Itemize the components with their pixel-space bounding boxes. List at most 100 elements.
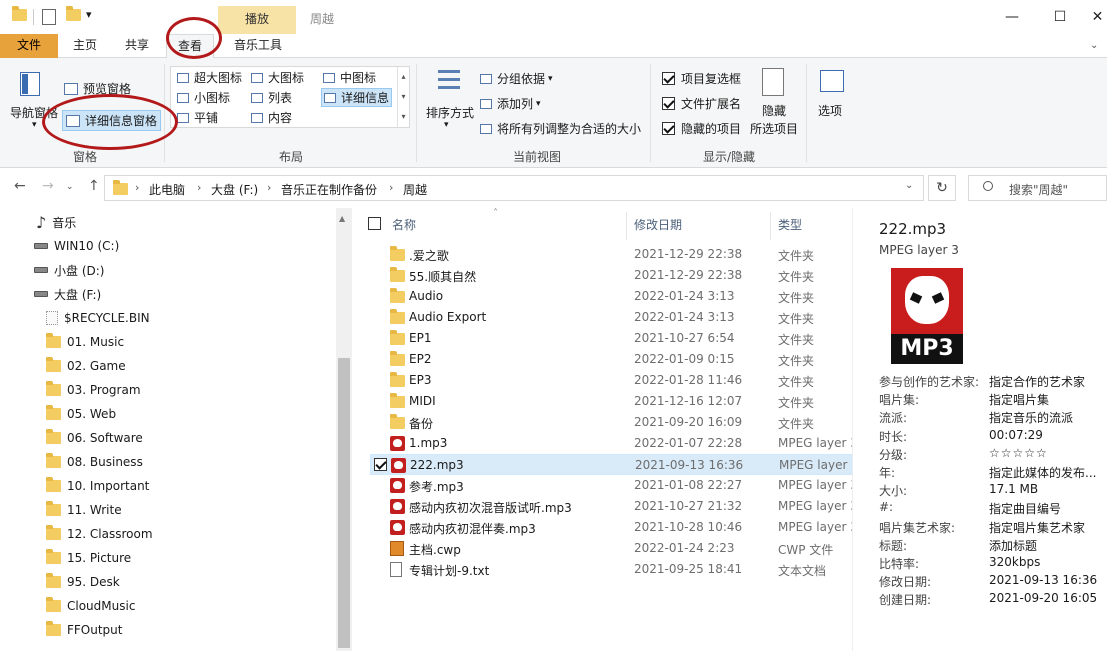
back-arrow-icon[interactable]: ← xyxy=(14,178,26,194)
file-row[interactable]: .爱之歌 2021-12-29 22:38 文件夹 xyxy=(370,244,852,265)
breadcrumb-this-pc[interactable]: 此电脑 xyxy=(149,181,185,198)
chevron-right-icon[interactable]: › xyxy=(197,181,201,194)
detail-property-value[interactable]: 2021-09-13 16:36 xyxy=(989,573,1097,587)
close-button[interactable]: ✕ xyxy=(1088,6,1107,28)
row-checkbox[interactable] xyxy=(374,458,387,471)
nav-item[interactable]: 11. Write xyxy=(0,498,336,522)
detail-property-value[interactable]: 指定唱片集艺术家 xyxy=(989,519,1085,536)
column-header-type[interactable]: 类型 xyxy=(778,216,802,233)
chevron-right-icon[interactable]: › xyxy=(389,181,393,194)
new-folder-icon[interactable] xyxy=(66,6,81,25)
file-row[interactable]: 1.mp3 2022-01-07 22:28 MPEG layer 3 xyxy=(370,433,852,454)
address-history-chevron-icon[interactable]: ⌄ xyxy=(905,180,913,191)
tab-file[interactable]: 文件 xyxy=(0,34,58,58)
refresh-button[interactable]: ↻ xyxy=(928,175,956,201)
detail-property-value[interactable]: 2021-09-20 16:05 xyxy=(989,591,1097,605)
column-header-date[interactable]: 修改日期 xyxy=(634,216,682,233)
add-column-button[interactable]: 添加列 ▾ xyxy=(480,95,541,112)
search-input[interactable]: 搜索"周越" xyxy=(1009,181,1068,198)
detail-property-value[interactable]: 指定此媒体的发布... xyxy=(989,464,1096,481)
hidden-items-toggle[interactable]: 隐藏的项目 xyxy=(662,120,741,137)
properties-icon[interactable] xyxy=(42,9,56,25)
tab-share[interactable]: 共享 xyxy=(112,34,162,58)
nav-item[interactable]: 08. Business xyxy=(0,450,336,474)
file-row[interactable]: 参考.mp3 2021-01-08 22:27 MPEG layer 3 xyxy=(370,475,852,496)
layout-extra-large-icons[interactable]: 超大图标 xyxy=(177,69,242,86)
nav-item[interactable]: 01. Music xyxy=(0,330,336,354)
file-row[interactable]: 备份 2021-09-20 16:09 文件夹 xyxy=(370,412,852,433)
chevron-right-icon[interactable]: › xyxy=(267,181,271,194)
tab-home[interactable]: 主页 xyxy=(60,34,110,58)
group-by-button[interactable]: 分组依据 ▾ xyxy=(480,70,553,87)
chevron-down-icon[interactable]: ⌄ xyxy=(1090,40,1098,51)
file-row[interactable]: EP2 2022-01-09 0:15 文件夹 xyxy=(370,349,852,370)
quick-access-dropdown-icon[interactable]: ▾ xyxy=(86,8,92,21)
sort-icon[interactable] xyxy=(436,68,464,98)
minimize-button[interactable]: — xyxy=(992,6,1032,28)
nav-item[interactable]: 95. Desk xyxy=(0,570,336,594)
address-bar[interactable]: › 此电脑 › 大盘 (F:) › 音乐正在制作备份 › 周越 ⌄ xyxy=(104,175,924,201)
gallery-scroll[interactable]: ▴ ▾ ▾ xyxy=(397,67,409,127)
size-columns-button[interactable]: 将所有列调整为合适的大小 xyxy=(480,120,641,137)
preview-pane-button[interactable]: 预览窗格 xyxy=(64,80,131,97)
breadcrumb-music-backup[interactable]: 音乐正在制作备份 xyxy=(281,181,377,198)
file-row[interactable]: 感动内疚初混伴奏.mp3 2021-10-28 10:46 MPEG layer 3 xyxy=(370,517,852,538)
nav-item[interactable]: 大盘 (F:) xyxy=(0,282,336,306)
rating-stars[interactable]: ☆☆☆☆☆ xyxy=(989,446,1048,460)
layout-small-icons[interactable]: 小图标 xyxy=(177,89,230,106)
nav-item[interactable]: 02. Game xyxy=(0,354,336,378)
file-row[interactable]: 专辑计划-9.txt 2021-09-25 18:41 文本文档 xyxy=(370,559,852,580)
sort-button[interactable]: 排序方式 xyxy=(426,104,474,121)
file-row[interactable]: Audio 2022-01-24 3:13 文件夹 xyxy=(370,286,852,307)
up-arrow-icon[interactable]: ↑ xyxy=(88,178,100,194)
nav-item[interactable]: $RECYCLE.BIN xyxy=(0,306,336,330)
nav-item[interactable]: 12. Classroom xyxy=(0,522,336,546)
detail-property-value[interactable]: 指定唱片集 xyxy=(989,391,1049,408)
nav-item[interactable]: ♪ 音乐 xyxy=(0,210,336,234)
context-tab-play[interactable]: 播放 xyxy=(218,6,296,34)
nav-item[interactable]: 03. Program xyxy=(0,378,336,402)
detail-property-value[interactable]: 指定音乐的流派 xyxy=(989,409,1073,426)
nav-item[interactable]: FFOutput xyxy=(0,618,336,642)
column-divider[interactable] xyxy=(626,212,627,240)
nav-item[interactable]: CloudMusic xyxy=(0,594,336,618)
layout-content[interactable]: 内容 xyxy=(251,109,292,126)
nav-item[interactable]: 06. Software xyxy=(0,426,336,450)
item-checkboxes-toggle[interactable]: 项目复选框 xyxy=(662,70,741,87)
file-row[interactable]: EP3 2022-01-28 11:46 文件夹 xyxy=(370,370,852,391)
hide-selected-label-2[interactable]: 所选项目 xyxy=(750,120,798,137)
detail-property-value[interactable]: 添加标题 xyxy=(989,537,1037,554)
file-row[interactable]: EP1 2021-10-27 6:54 文件夹 xyxy=(370,328,852,349)
chevron-right-icon[interactable]: › xyxy=(135,181,139,194)
detail-property-value[interactable]: 00:07:29 xyxy=(989,428,1043,442)
layout-tiles[interactable]: 平铺 xyxy=(177,109,218,126)
detail-property-value[interactable]: 指定曲目编号 xyxy=(989,500,1061,517)
breadcrumb-drive-f[interactable]: 大盘 (F:) xyxy=(211,181,258,198)
detail-property-value[interactable]: 指定合作的艺术家 xyxy=(989,373,1085,390)
nav-item[interactable]: 05. Web xyxy=(0,402,336,426)
layout-list[interactable]: 列表 xyxy=(251,89,292,106)
scrollbar-thumb[interactable] xyxy=(338,358,350,648)
nav-pane-button[interactable] xyxy=(12,70,48,100)
forward-arrow-icon[interactable]: → xyxy=(42,178,54,194)
scroll-up-icon[interactable]: ▲ xyxy=(339,214,345,223)
nav-pane-scrollbar[interactable]: ▲ xyxy=(336,208,352,651)
file-row[interactable]: 主档.cwp 2022-01-24 2:23 CWP 文件 xyxy=(370,538,852,559)
tab-view[interactable]: 查看 xyxy=(166,34,214,59)
file-row[interactable]: 55.顺其自然 2021-12-29 22:38 文件夹 xyxy=(370,265,852,286)
file-row[interactable]: 感动内疚初次混音版试听.mp3 2021-10-27 21:32 MPEG laye… xyxy=(370,496,852,517)
nav-item[interactable]: 10. Important xyxy=(0,474,336,498)
hide-selected-label-1[interactable]: 隐藏 xyxy=(762,102,786,119)
nav-pane-label[interactable]: 导航窗格 xyxy=(10,104,58,121)
nav-item[interactable]: WIN10 (C:) xyxy=(0,234,336,258)
file-row[interactable]: Audio Export 2022-01-24 3:13 文件夹 xyxy=(370,307,852,328)
column-divider[interactable] xyxy=(770,212,771,240)
options-button[interactable]: 选项 xyxy=(818,102,842,119)
detail-property-value[interactable]: 17.1 MB xyxy=(989,482,1038,496)
file-row[interactable]: 222.mp3 2021-09-13 16:36 MPEG layer 3 xyxy=(370,454,852,475)
layout-medium-icons[interactable]: 中图标 xyxy=(323,69,376,86)
detail-property-value[interactable]: 320kbps xyxy=(989,555,1040,569)
layout-details[interactable]: 详细信息 xyxy=(321,88,393,107)
recent-locations-chevron-icon[interactable]: ⌄ xyxy=(66,182,74,192)
search-box[interactable]: 搜索"周越" xyxy=(968,175,1107,201)
